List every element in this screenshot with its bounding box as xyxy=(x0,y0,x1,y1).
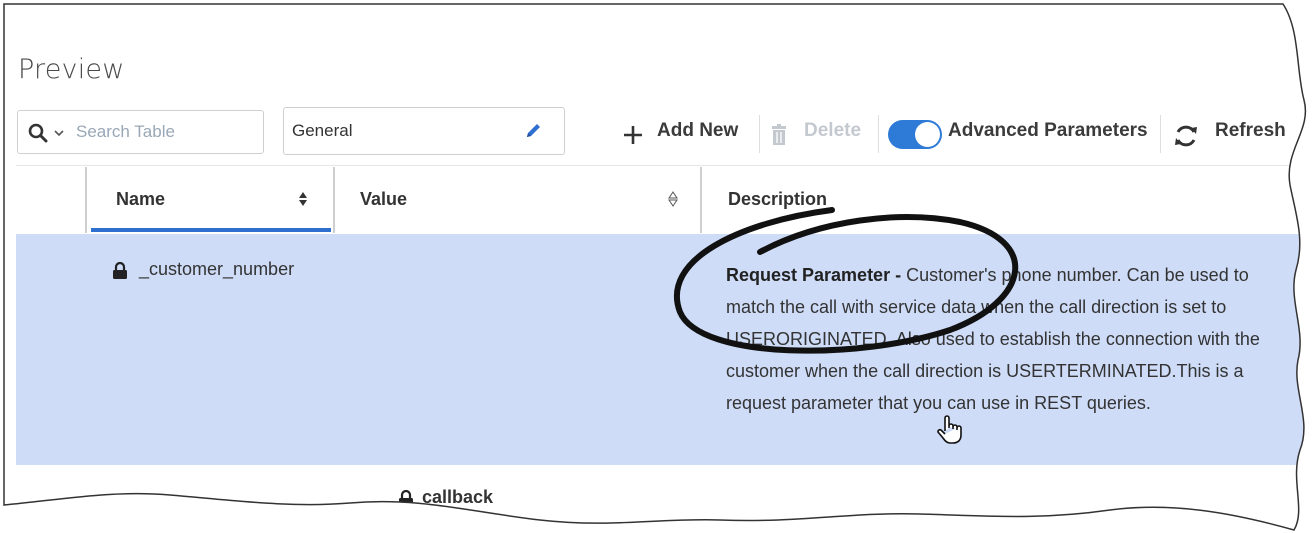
preview-panel: Preview Search Table General Add New Del… xyxy=(0,0,1315,533)
torn-edge-frame xyxy=(0,0,1315,533)
